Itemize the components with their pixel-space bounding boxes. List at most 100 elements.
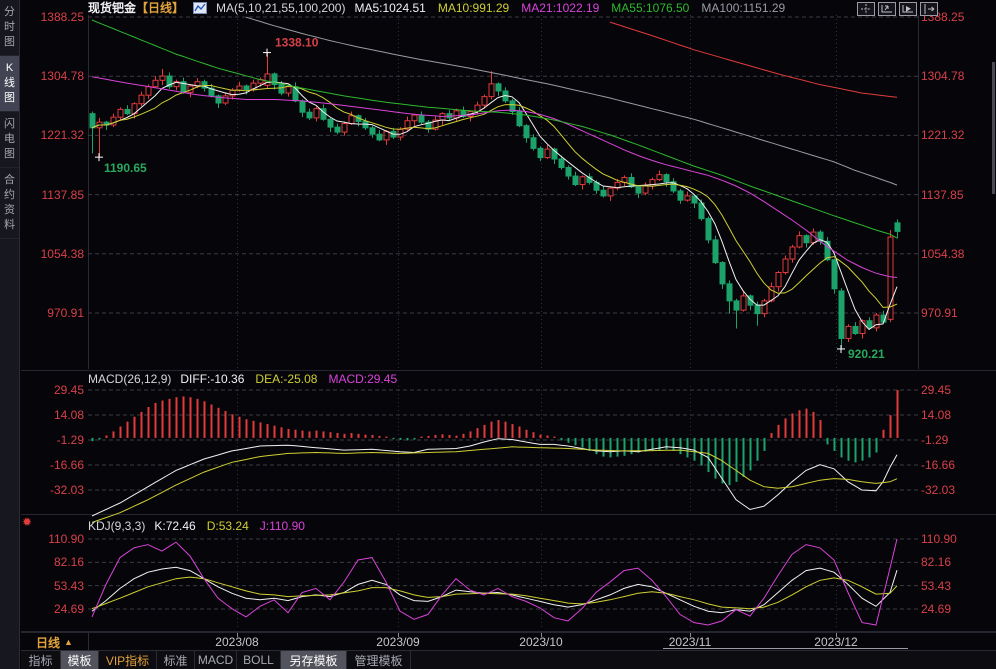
ma-params-label: MA(5,10,21,55,100,200) [216,1,345,15]
price-axis-tick-label: 1054.38 [921,247,991,261]
ma-value-label: MA10:991.29 [438,1,509,15]
indicator-value-label: J:110.90 [260,519,305,533]
macd-title: MACD(26,12,9) [88,372,171,386]
kdj-axis-tick-label: 110.90 [26,532,84,546]
price-axis-tick-label: 1137.85 [921,188,991,202]
price-annotation-label: 1338.10 [275,36,319,50]
ma-value-label: MA21:1022.19 [521,1,599,15]
sidebar-item-2[interactable]: K线图 [0,56,19,112]
chart-toolbar [857,2,938,16]
bottom-tab-4[interactable]: 标准 [157,651,195,669]
month-label: 2023/10 [506,635,576,649]
chart-canvas[interactable]: 1338.10 1190.65 920.21 [0,0,996,669]
right-scrollbar[interactable] [992,62,995,194]
axis-zoom-icon[interactable] [878,2,896,16]
kdj-layer [92,539,897,625]
macd-line-DIFF [92,439,897,516]
ma-line-MA21 [92,77,897,278]
kdj-axis-tick-label: 53.43 [26,579,84,593]
sidebar-item-3[interactable]: 闪电图 [0,112,19,168]
sidebar-item-1[interactable]: 分时图 [0,0,19,56]
price-axis-tick-label: 1304.78 [26,69,84,83]
macd-values: DIFF:-10.36 DEA:-25.08 MACD:29.45 [180,372,397,386]
macd-layer [92,390,899,523]
timeline-scrollbar[interactable] [663,648,908,649]
macd-header: MACD(26,12,9) DIFF:-10.36 DEA:-25.08 MACD:… [88,372,397,386]
kdj-header: KDJ(9,3,3) K:72.46 D:53.24 J:110.90 [88,519,305,533]
kdj-axis-tick-label: 24.69 [26,602,84,616]
price-axis-tick-label: 1054.38 [26,247,84,261]
candlestick-layer [90,53,900,349]
gridlines [88,15,918,630]
kdj-axis-tick-label: 24.69 [921,602,991,616]
bottom-tab-5[interactable]: MACD [195,651,237,669]
pane-shift-icon[interactable] [920,2,938,16]
kdj-title: KDJ(9,3,3) [88,519,145,533]
kdj-axis-tick-label: 82.16 [26,555,84,569]
month-label: 2023/08 [202,635,272,649]
bottom-tab-7[interactable]: 另存模板 [281,651,347,669]
macd-axis-tick-label: 14.08 [921,408,991,422]
macd-axis-tick-label: -1.29 [921,433,991,447]
time-axis: 日线 ▲ 2023/08 2023/09 2023/10 2023/11 2023/12 [21,632,996,650]
indicator-alert-icon[interactable]: ✹ [22,515,32,529]
macd-axis-tick-label: -16.66 [26,458,84,472]
indicator-value-label: MACD:29.45 [328,372,397,386]
macd-axis-tick-label: -32.03 [26,483,84,497]
ma-line-MA100 [246,17,897,185]
ma-value-label: MA100:1151.29 [701,1,785,15]
bottom-tab-8[interactable]: 管理模板 [347,651,411,669]
price-annotation-label: 1190.65 [104,161,147,175]
indicator-value-label: D:53.24 [207,519,249,533]
kdj-axis-tick-label: 53.43 [921,579,991,593]
ma-line-MA200 [610,22,897,97]
period-dropdown-arrow-icon: ▲ [64,637,73,647]
indicator-value-label: DEA:-25.08 [255,372,317,386]
indicator-tabbar: 指标模板VIP指标标准MACDBOLL另存模板管理模板 [21,650,996,669]
instrument-name: 现货钯金 [88,1,136,15]
kdj-axis-tick-label: 82.16 [921,555,991,569]
macd-axis-tick-label: 14.08 [26,408,84,422]
chart-header: 现货钯金【日线】 MA(5,10,21,55,100,200) MA5:1024… [88,0,785,15]
ma-value-label: MA5:1024.51 [354,1,425,15]
indicator-value-label: K:72.46 [154,519,195,533]
trading-app-window: 分时图K线图闪电图合约资料 现货钯金【日线】 MA(5,10,21,55,100… [0,0,996,669]
bottom-tab-2[interactable]: 模板 [61,651,99,669]
ma-value-label: MA55:1076.50 [611,1,689,15]
price-axis-tick-label: 970.91 [26,306,84,320]
ma-values: MA5:1024.51 MA10:991.29 MA21:1022.19 MA55:1… [354,1,785,15]
kdj-values: K:72.46 D:53.24 J:110.90 [154,519,305,533]
price-annotation-label: 920.21 [848,347,885,361]
period-label: 【日线】 [136,1,184,15]
ma-line-MA55 [92,20,897,238]
macd-line-DEA [92,447,897,523]
period-selector[interactable]: 日线 ▲ [21,633,89,651]
period-selector-label: 日线 [36,634,60,651]
price-axis-tick-label: 1304.78 [921,69,991,83]
macd-axis-tick-label: 29.45 [26,383,84,397]
crosshair-move-icon[interactable] [857,2,875,16]
chart-type-sidebar: 分时图K线图闪电图合约资料 [0,0,20,669]
macd-axis-tick-label: -32.03 [921,483,991,497]
price-axis-tick-label: 1221.32 [921,128,991,142]
macd-axis-tick-label: -1.29 [26,433,84,447]
macd-axis-tick-label: -16.66 [921,458,991,472]
indicator-value-label: DIFF:-10.36 [180,372,244,386]
macd-axis-tick-label: 29.45 [921,383,991,397]
kdj-axis-tick-label: 110.90 [921,532,991,546]
price-axis-tick-label: 1221.32 [26,128,84,142]
kdj-line-J [92,539,897,625]
instrument-title: 现货钯金【日线】 [88,0,184,16]
price-axis-tick-label: 1388.25 [26,10,84,24]
price-axis-tick-label: 1137.85 [26,188,84,202]
price-axis-tick-label: 970.91 [921,306,991,320]
bottom-tab-6[interactable]: BOLL [237,651,281,669]
sidebar-item-4[interactable]: 合约资料 [0,168,19,239]
month-label: 2023/11 [655,635,725,649]
line-chart-icon [193,2,207,14]
month-label: 2023/12 [801,635,871,649]
month-label: 2023/09 [363,635,433,649]
bottom-tab-3[interactable]: VIP指标 [99,651,157,669]
axis-play-icon[interactable] [899,2,917,16]
bottom-tab-1[interactable]: 指标 [21,651,61,669]
